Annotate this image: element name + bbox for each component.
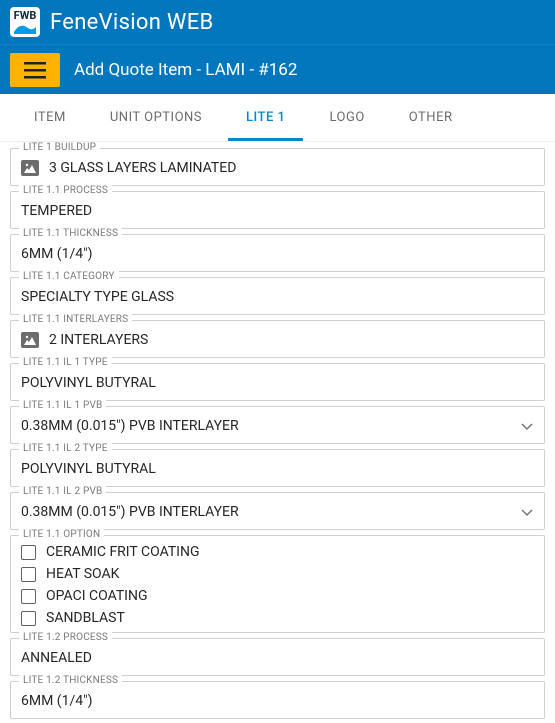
field-lite1-buildup[interactable]: LITE 1 BUILDUP 3 GLASS LAYERS LAMINATED [10, 148, 545, 186]
field-lite11-process[interactable]: LITE 1.1 PROCESS TEMPERED [10, 191, 545, 229]
field-label: LITE 1.1 THICKNESS [19, 228, 122, 239]
app-logo: FWB [10, 7, 40, 37]
tab-bar: ITEM UNIT OPTIONS LITE 1 LOGO OTHER [0, 94, 555, 142]
field-label: LITE 1.1 CATEGORY [19, 271, 119, 282]
field-value: ANNEALED [21, 650, 92, 666]
checkbox-icon [21, 611, 36, 626]
tab-item[interactable]: ITEM [16, 94, 84, 141]
field-label: LITE 1.1 IL 2 TYPE [19, 443, 112, 454]
image-icon [21, 160, 39, 176]
field-value: POLYVINYL BUTYRAL [21, 461, 156, 477]
checkbox-option[interactable]: SANDBLAST [21, 610, 534, 626]
field-value: 2 INTERLAYERS [49, 332, 148, 348]
field-label: LITE 1.1 IL 2 PVB [19, 486, 106, 497]
tab-lite-1[interactable]: LITE 1 [228, 94, 303, 141]
page-header: Add Quote Item - LAMI - #162 [0, 44, 555, 94]
checkbox-icon [21, 567, 36, 582]
image-icon [21, 332, 39, 348]
option-label: OPACI COATING [46, 588, 148, 604]
field-value: 0.38MM (0.015") PVB INTERLAYER [21, 418, 239, 434]
field-label: LITE 1.1 IL 1 TYPE [19, 357, 112, 368]
field-value: 3 GLASS LAYERS LAMINATED [49, 160, 236, 176]
tab-unit-options[interactable]: UNIT OPTIONS [92, 94, 220, 141]
field-label: LITE 1.1 IL 1 PVB [19, 400, 106, 411]
field-label: LITE 1.1 PROCESS [19, 185, 112, 196]
field-lite11-il2-type[interactable]: LITE 1.1 IL 2 TYPE POLYVINYL BUTYRAL [10, 449, 545, 487]
field-label: LITE 1.1 INTERLAYERS [19, 314, 132, 325]
field-label: LITE 1.2 PROCESS [19, 632, 112, 643]
option-label: HEAT SOAK [46, 566, 119, 582]
logo-abbr: FWB [14, 9, 37, 22]
field-label: LITE 1.2 THICKNESS [19, 675, 122, 686]
checkbox-option[interactable]: CERAMIC FRIT COATING [21, 544, 534, 560]
field-label: LITE 1 BUILDUP [19, 142, 100, 153]
field-lite12-process[interactable]: LITE 1.2 PROCESS ANNEALED [10, 638, 545, 676]
logo-swoosh-icon [14, 24, 36, 34]
field-lite11-il1-type[interactable]: LITE 1.1 IL 1 TYPE POLYVINYL BUTYRAL [10, 363, 545, 401]
page-title: Add Quote Item - LAMI - #162 [74, 60, 297, 80]
field-value: 0.38MM (0.015") PVB INTERLAYER [21, 504, 239, 520]
menu-button[interactable] [10, 53, 60, 87]
checkbox-icon [21, 545, 36, 560]
hamburger-icon [24, 61, 46, 79]
checkbox-option[interactable]: HEAT SOAK [21, 566, 534, 582]
chevron-down-icon [520, 505, 534, 519]
field-lite11-il2-pvb[interactable]: LITE 1.1 IL 2 PVB 0.38MM (0.015") PVB IN… [10, 492, 545, 530]
field-label: LITE 1.1 OPTION [19, 529, 104, 540]
field-value: SPECIALTY TYPE GLASS [21, 289, 174, 305]
app-header: FWB FeneVision WEB [0, 0, 555, 44]
field-lite11-option: LITE 1.1 OPTION CERAMIC FRIT COATING HEA… [10, 535, 545, 633]
field-value: 6MM (1/4") [21, 246, 92, 262]
checkbox-option[interactable]: OPACI COATING [21, 588, 534, 604]
option-label: SANDBLAST [46, 610, 125, 626]
tab-logo[interactable]: LOGO [311, 94, 382, 141]
app-title: FeneVision WEB [50, 10, 214, 35]
option-label: CERAMIC FRIT COATING [46, 544, 200, 560]
field-value: POLYVINYL BUTYRAL [21, 375, 156, 391]
field-lite11-interlayers[interactable]: LITE 1.1 INTERLAYERS 2 INTERLAYERS [10, 320, 545, 358]
form-content[interactable]: LITE 1 BUILDUP 3 GLASS LAYERS LAMINATED … [0, 142, 555, 723]
field-lite11-category[interactable]: LITE 1.1 CATEGORY SPECIALTY TYPE GLASS [10, 277, 545, 315]
field-lite12-thickness[interactable]: LITE 1.2 THICKNESS 6MM (1/4") [10, 681, 545, 719]
field-lite11-il1-pvb[interactable]: LITE 1.1 IL 1 PVB 0.38MM (0.015") PVB IN… [10, 406, 545, 444]
field-lite11-thickness[interactable]: LITE 1.1 THICKNESS 6MM (1/4") [10, 234, 545, 272]
chevron-down-icon [520, 419, 534, 433]
tab-other[interactable]: OTHER [391, 94, 471, 141]
field-value: 6MM (1/4") [21, 693, 92, 709]
checkbox-icon [21, 589, 36, 604]
field-value: TEMPERED [21, 203, 92, 219]
